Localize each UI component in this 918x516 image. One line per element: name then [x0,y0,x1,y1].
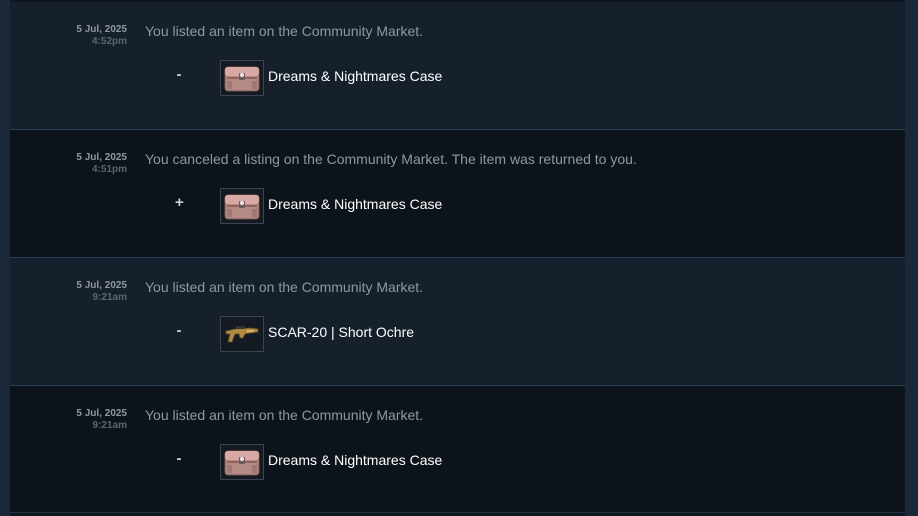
weapon-case-icon [224,194,260,220]
history-row: 5 Jul, 2025 4:52pm You listed an item on… [10,2,905,130]
history-description: You listed an item on the Community Mark… [145,407,424,423]
time-text: 9:21am [92,420,127,431]
history-date: 5 Jul, 2025 4:51pm [76,152,127,176]
history-row: 5 Jul, 2025 9:21am You listed an item on… [10,258,905,386]
item-thumbnail[interactable] [220,316,264,352]
history-date: 5 Jul, 2025 9:21am [76,280,127,304]
right-gutter [905,0,918,516]
left-gutter [0,0,10,516]
item-change-sign: - [176,450,182,467]
history-row: 5 Jul, 2025 4:51pm You canceled a listin… [10,130,905,258]
history-row: 5 Jul, 2025 9:21am You listed an item on… [10,386,905,513]
weapon-case-icon [224,450,260,476]
date-text: 5 Jul, 2025 [76,24,127,35]
history-description: You canceled a listing on the Community … [145,151,637,167]
item-name-link[interactable]: Dreams & Nightmares Case [268,452,442,468]
weapon-case-icon [224,66,260,92]
date-text: 5 Jul, 2025 [76,408,127,419]
item-thumbnail[interactable] [220,60,264,96]
item-change-sign: + [175,194,184,211]
item-name-link[interactable]: Dreams & Nightmares Case [268,68,442,84]
date-text: 5 Jul, 2025 [76,280,127,291]
item-name-link[interactable]: Dreams & Nightmares Case [268,196,442,212]
rifle-icon [225,326,259,343]
item-thumbnail[interactable] [220,188,264,224]
time-text: 4:51pm [91,164,127,175]
time-text: 9:21am [92,292,127,303]
history-date: 5 Jul, 2025 9:21am [76,408,127,432]
time-text: 4:52pm [91,36,127,47]
history-list: 5 Jul, 2025 4:52pm You listed an item on… [10,2,905,513]
inventory-history-panel: 5 Jul, 2025 4:52pm You listed an item on… [0,0,918,516]
history-date: 5 Jul, 2025 4:52pm [76,24,127,48]
item-change-sign: - [176,322,182,339]
item-thumbnail[interactable] [220,444,264,480]
history-description: You listed an item on the Community Mark… [145,279,424,295]
date-text: 5 Jul, 2025 [76,152,127,163]
history-description: You listed an item on the Community Mark… [145,23,424,39]
item-change-sign: - [176,66,182,83]
item-name-link[interactable]: SCAR-20 | Short Ochre [268,324,414,340]
